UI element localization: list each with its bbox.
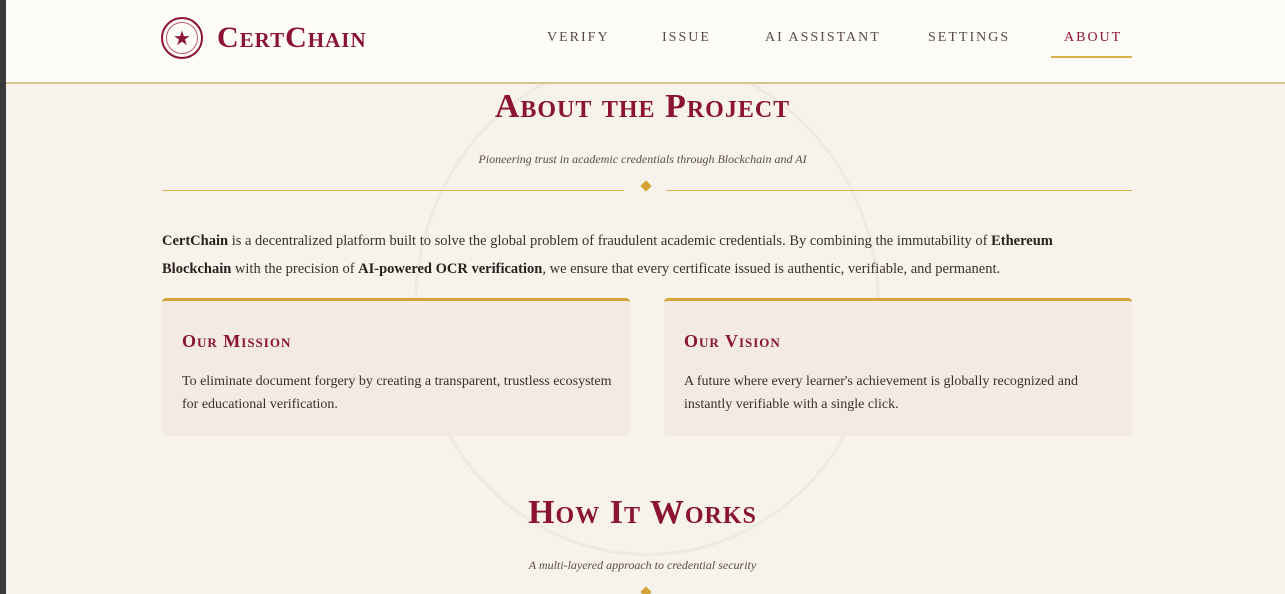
vision-title: Our Vision <box>684 331 781 351</box>
mission-card: Our Mission To eliminate document forger… <box>162 298 630 436</box>
how-subtitle: A multi-layered approach to credential s… <box>528 558 757 572</box>
intro-text-3: , we ensure that every certificate issue… <box>542 261 1001 277</box>
intro-text-1: is a decentralized platform built to sol… <box>228 233 992 249</box>
about-subtitle: Pioneering trust in academic credentials… <box>478 152 807 166</box>
star-seal-icon: ★ <box>161 17 203 59</box>
about-title: About the Project <box>494 88 791 125</box>
divider-left <box>162 190 624 191</box>
divider-right <box>666 190 1132 191</box>
intro-certchain: CertChain <box>162 233 229 249</box>
brand-name: CertChain <box>217 21 367 54</box>
brand-logo-link[interactable]: ★ CertChain <box>161 17 367 59</box>
how-divider-diamond-icon <box>640 586 652 594</box>
about-intro: CertChain is a decentralized platform bu… <box>162 227 1122 283</box>
top-navbar: ★ CertChain VERIFY ISSUE AI ASSISTANT SE… <box>6 0 1285 84</box>
nav-ai-assistant[interactable]: AI ASSISTANT <box>765 30 881 46</box>
mission-text: To eliminate document forgery by creatin… <box>182 374 612 412</box>
nav-issue[interactable]: ISSUE <box>662 30 711 46</box>
vision-card: Our Vision A future where every learner'… <box>664 298 1132 436</box>
intro-text-2: with the precision of <box>231 261 359 277</box>
intro-ai-ocr: AI-powered OCR verification <box>358 261 543 277</box>
nav-verify[interactable]: VERIFY <box>547 30 610 46</box>
vision-text: A future where every learner's achieveme… <box>684 374 1078 412</box>
nav-about[interactable]: ABOUT <box>1064 30 1122 46</box>
divider-diamond-icon <box>640 180 652 192</box>
nav-settings[interactable]: SETTINGS <box>928 30 1010 46</box>
how-title: How It Works <box>528 494 757 531</box>
mission-title: Our Mission <box>182 331 292 351</box>
active-nav-underline <box>1051 56 1132 58</box>
